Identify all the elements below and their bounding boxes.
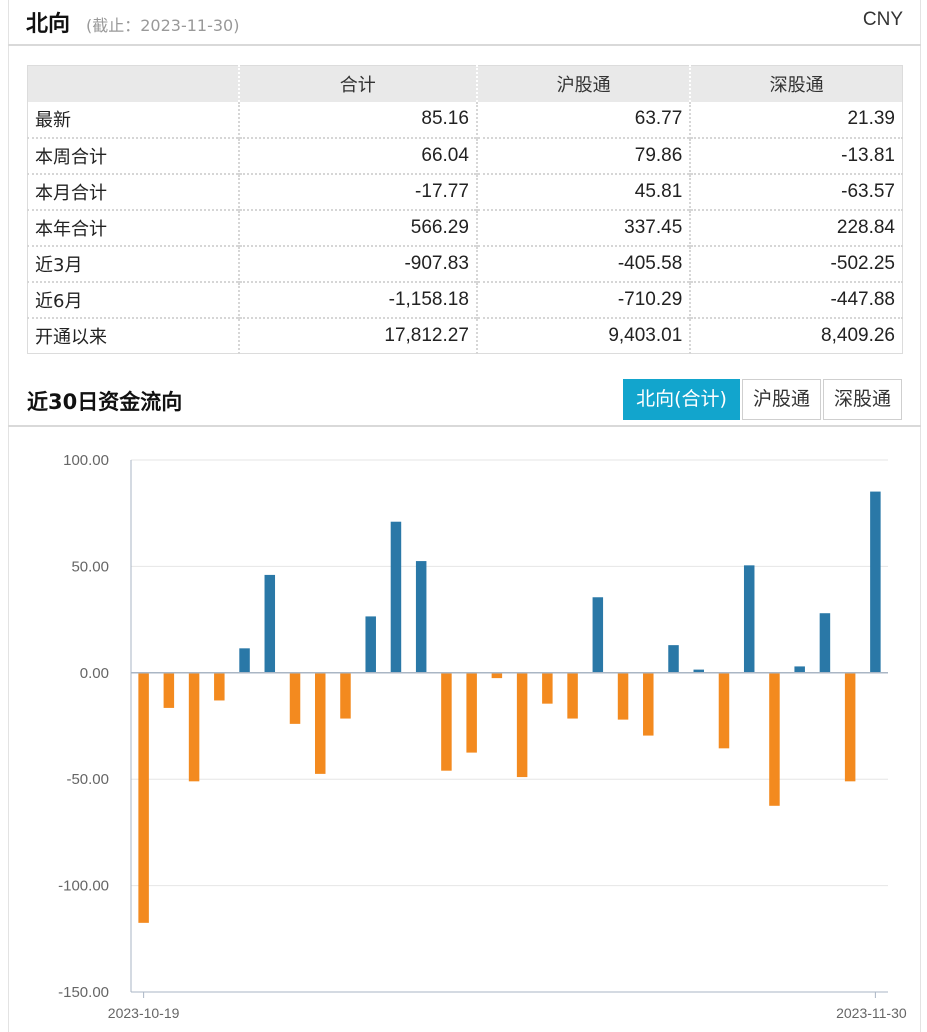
bar — [743, 565, 755, 673]
tab-shenzhen-connect[interactable]: 深股通 — [822, 379, 902, 420]
row-label: 本月合计 — [27, 172, 240, 210]
section-title: 近30日资金流向 — [27, 390, 183, 414]
cell-sz: 8,409.26 — [690, 316, 903, 354]
cell-sh: 79.86 — [476, 136, 692, 174]
bar — [516, 672, 528, 778]
bar — [415, 561, 427, 673]
column-header: 沪股通 — [476, 65, 692, 102]
cell-sz: 228.84 — [690, 208, 903, 246]
row-label: 本年合计 — [27, 208, 240, 246]
table-row: 最新 85.16 63.77 21.39 — [27, 101, 903, 138]
bar — [239, 648, 250, 673]
cell-total: 66.04 — [238, 136, 478, 174]
bar — [390, 521, 402, 673]
bar — [188, 672, 200, 782]
tab-shanghai-connect[interactable]: 沪股通 — [741, 379, 821, 420]
cell-total: 566.29 — [238, 208, 478, 246]
y-tick-label: 0.00 — [80, 665, 109, 682]
y-tick-label: 100.00 — [63, 452, 109, 469]
y-tick-label: -150.00 — [58, 984, 109, 1001]
bar — [163, 672, 175, 708]
table-row: 本周合计 66.04 79.86 -13.81 — [27, 136, 903, 174]
cell-sh: 45.81 — [476, 172, 692, 210]
bar — [718, 672, 730, 749]
bar — [365, 616, 376, 673]
y-tick-label: 50.00 — [71, 558, 109, 575]
cell-sh: -710.29 — [476, 280, 692, 318]
bar — [466, 672, 477, 753]
column-header: 深股通 — [690, 65, 903, 102]
fund-flow-bar-chart: 100.00 50.00 0.00 -50.00 -100.00 -150.00 2023-… — [58, 452, 907, 1021]
table-row: 近6月 -1,158.18 -710.29 -447.88 — [27, 280, 903, 318]
row-label: 最新 — [27, 101, 240, 138]
bar — [214, 672, 225, 701]
bar — [617, 672, 629, 720]
bar — [264, 574, 276, 673]
table-row: 本年合计 566.29 337.45 228.84 — [27, 208, 903, 246]
bar — [592, 597, 604, 673]
cell-total: 85.16 — [238, 101, 478, 138]
cell-total: -1,158.18 — [238, 280, 478, 318]
bar — [441, 672, 452, 771]
table-row: 本月合计 -17.77 45.81 -63.57 — [27, 172, 903, 210]
page-title: 北向 — [26, 12, 71, 37]
cell-sz: 21.39 — [847, 108, 895, 129]
bar — [844, 672, 856, 782]
bar — [870, 491, 881, 673]
y-tick-label: -100.00 — [58, 878, 109, 895]
chart-divider — [8, 425, 921, 427]
bar — [819, 613, 831, 673]
bar — [668, 645, 679, 673]
series-tab-group: 北向(合计) 沪股通 深股通 — [623, 379, 902, 420]
bar — [542, 672, 553, 704]
x-tick-label-start: 2023-10-19 — [108, 1005, 180, 1021]
cell-sh: -405.58 — [476, 244, 692, 282]
row-label: 近6月 — [27, 280, 240, 318]
bar — [567, 672, 578, 719]
cell-total: 17,812.27 — [238, 316, 478, 354]
cell-sz: -63.57 — [690, 172, 903, 210]
cell-sz: -447.88 — [690, 280, 903, 318]
tab-northbound-total[interactable]: 北向(合计) — [623, 379, 740, 420]
summary-table: 合计 沪股通 深股通 最新 85.16 63.77 21.39 本周合计 66.… — [27, 65, 903, 354]
bar — [289, 672, 301, 724]
bar — [491, 672, 503, 679]
bar — [794, 666, 805, 673]
row-label: 开通以来 — [27, 316, 240, 354]
bar — [315, 672, 326, 774]
cell-sz: -13.81 — [690, 136, 903, 174]
cell-total: -907.83 — [238, 244, 478, 282]
bar — [138, 672, 149, 923]
bar — [643, 672, 654, 736]
table-row: 开通以来 17,812.27 9,403.01 8,409.26 — [27, 316, 903, 354]
cell-sh: 63.77 — [476, 101, 692, 138]
table-header-row: 合计 沪股通 深股通 — [27, 65, 903, 102]
as-of-date: (截止：2023-11-30) — [86, 16, 240, 35]
column-header: 合计 — [238, 65, 478, 102]
row-label: 近3月 — [27, 244, 240, 282]
column-header — [27, 65, 240, 102]
header-bar: 北向 (截止：2023-11-30) CNY — [8, 0, 921, 46]
bar — [340, 672, 351, 719]
row-label: 本周合计 — [27, 136, 240, 174]
currency-label: CNY — [862, 9, 903, 30]
x-tick-label-end: 2023-11-30 — [836, 1005, 907, 1021]
cell-total: -17.77 — [238, 172, 478, 210]
cell-sh: 337.45 — [476, 208, 692, 246]
table-row: 近3月 -907.83 -405.58 -502.25 — [27, 244, 903, 282]
y-tick-label: -50.00 — [66, 771, 109, 788]
bar — [769, 672, 780, 806]
cell-sh: 9,403.01 — [476, 316, 692, 354]
cell-sz: -502.25 — [690, 244, 903, 282]
